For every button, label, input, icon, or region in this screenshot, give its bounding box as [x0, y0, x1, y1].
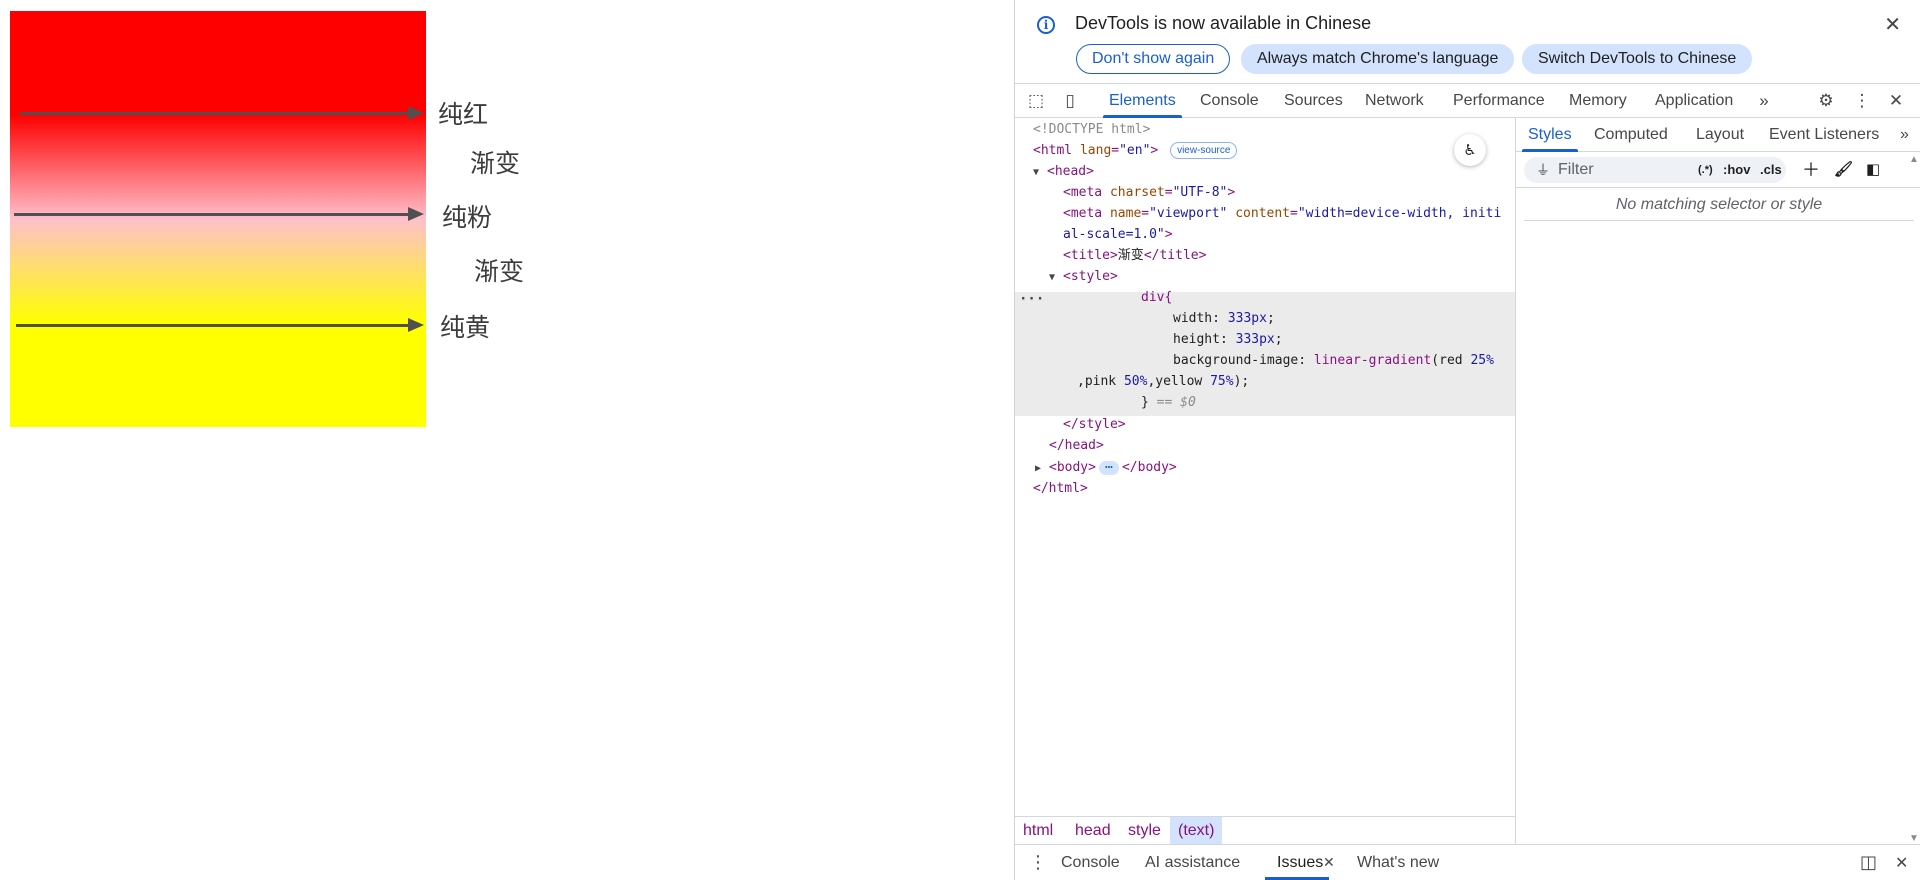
label-gradient-1: 渐变: [470, 149, 521, 178]
divider: [1524, 220, 1914, 221]
tab-event-listeners[interactable]: Event Listeners: [1769, 118, 1879, 152]
view-source-badge[interactable]: view-source: [1170, 142, 1238, 159]
main-tabbar: ⬚ ▯ Elements Console Sources Network Per…: [1015, 84, 1920, 118]
tab-memory[interactable]: Memory: [1569, 84, 1627, 118]
close-devtools-icon[interactable]: ✕: [1885, 90, 1907, 112]
node-actions-dots-icon[interactable]: ···: [1019, 291, 1044, 307]
collapsed-children-icon[interactable]: …: [1098, 458, 1119, 475]
dock-side-icon[interactable]: ◫: [1860, 852, 1877, 873]
label-gradient-2: 渐变: [474, 257, 525, 286]
tab-application[interactable]: Application: [1655, 84, 1733, 118]
dont-show-again-button[interactable]: Don't show again: [1076, 44, 1231, 74]
inspect-element-icon[interactable]: ⬚: [1025, 90, 1047, 112]
drawer-tab-whats-new[interactable]: What's new: [1357, 845, 1439, 880]
sidebar-tabbar: Styles Computed Layout Event Listeners »: [1516, 118, 1920, 152]
tab-layout[interactable]: Layout: [1696, 118, 1744, 152]
always-match-language-button[interactable]: Always match Chrome's language: [1241, 44, 1515, 74]
drawer-menu-icon[interactable]: ⋮: [1029, 852, 1047, 873]
no-matching-style-message: No matching selector or style: [1615, 196, 1823, 213]
new-style-rule-icon[interactable]: ＋: [1802, 159, 1820, 181]
info-icon: i: [1037, 16, 1055, 34]
crumb-style[interactable]: style: [1128, 817, 1161, 844]
devtools-panel: i DevTools is now available in Chinese ✕…: [1014, 0, 1920, 880]
dom-title[interactable]: <title>渐变</title>: [1063, 245, 1206, 266]
dom-html-open[interactable]: <html lang="en"> view-source: [1033, 140, 1238, 161]
close-issues-tab-icon[interactable]: ✕: [1323, 854, 1335, 871]
settings-gear-icon[interactable]: ⚙: [1815, 90, 1837, 112]
crumb-text[interactable]: (text): [1170, 817, 1223, 844]
dom-doctype[interactable]: <!DOCTYPE html>: [1033, 119, 1150, 140]
infobar-message: DevTools is now available in Chinese: [1075, 13, 1372, 33]
tab-computed[interactable]: Computed: [1594, 118, 1668, 152]
css-width-line[interactable]: width: 333px;: [1173, 308, 1275, 329]
page-viewport: 纯红 渐变 纯粉 渐变 纯黄: [0, 0, 1014, 880]
accessibility-tree-icon[interactable]: ♿: [1454, 134, 1486, 166]
rendering-emulation-icon[interactable]: 🖌: [1834, 159, 1853, 181]
close-icon[interactable]: ✕: [1884, 12, 1901, 37]
expand-triangle-icon[interactable]: ▶: [1035, 458, 1049, 479]
tab-styles[interactable]: Styles: [1522, 118, 1578, 152]
scroll-up-icon[interactable]: ▲: [1909, 154, 1919, 165]
tab-console[interactable]: Console: [1200, 84, 1259, 118]
drawer-tab-issues[interactable]: Issues: [1264, 845, 1330, 880]
dom-meta-charset[interactable]: <meta charset="UTF-8">: [1063, 182, 1235, 203]
styles-filter-toolbar: ⏚ (.*) :hov .cls ＋ 🖌 ◧: [1516, 152, 1920, 188]
dom-body[interactable]: ▶ <body>… </body>: [1035, 457, 1177, 478]
css-height-line[interactable]: height: 333px;: [1173, 329, 1283, 350]
crumb-head[interactable]: head: [1075, 817, 1111, 844]
label-pure-pink: 纯粉: [442, 203, 493, 232]
tab-network[interactable]: Network: [1365, 84, 1424, 118]
tab-sources[interactable]: Sources: [1284, 84, 1343, 118]
selected-node-marker: == $0: [1156, 395, 1196, 410]
toggle-computed-sidebar-icon[interactable]: ◧: [1866, 159, 1880, 181]
drawer-tab-ai-assistance[interactable]: AI assistance: [1145, 845, 1240, 880]
class-toggle[interactable]: .cls: [1760, 159, 1782, 181]
devtools-drawer: ⋮ Console AI assistance Issues ✕ What's …: [1015, 844, 1920, 880]
gradient-box: [10, 11, 426, 427]
hover-state-toggle[interactable]: :hov: [1723, 159, 1750, 181]
filter-funnel-icon: ⏚: [1536, 162, 1550, 178]
elements-tree: ··· <!DOCTYPE html> <html lang="en"> vie…: [1015, 118, 1515, 816]
breadcrumb: html head style (text): [1015, 816, 1515, 844]
more-sidebar-tabs-icon[interactable]: »: [1900, 118, 1909, 152]
crumb-html[interactable]: html: [1023, 817, 1053, 844]
label-pure-yellow: 纯黄: [440, 313, 491, 342]
close-drawer-icon[interactable]: ✕: [1895, 853, 1908, 873]
css-close-line[interactable]: } == $0: [1141, 392, 1196, 413]
css-background-line[interactable]: background-image: linear-gradient(red 25…: [1173, 350, 1494, 371]
drawer-tab-console[interactable]: Console: [1061, 845, 1120, 880]
tab-elements[interactable]: Elements: [1103, 84, 1182, 118]
kebab-menu-icon[interactable]: ⋮: [1851, 90, 1873, 112]
styles-scrollbar[interactable]: ▲ ▼: [1907, 154, 1920, 844]
styles-sidebar: Styles Computed Layout Event Listeners »…: [1515, 118, 1920, 844]
scroll-down-icon[interactable]: ▼: [1909, 833, 1919, 844]
dom-style-open[interactable]: ▼ <style>: [1049, 266, 1118, 287]
language-infobar: i DevTools is now available in Chinese ✕…: [1015, 0, 1920, 84]
arrow-pink: [14, 207, 424, 221]
dom-head-close[interactable]: </head>: [1049, 435, 1104, 456]
dom-head-open[interactable]: ▼ <head>: [1033, 161, 1094, 182]
arrow-red: [20, 106, 424, 120]
device-toolbar-icon[interactable]: ▯: [1059, 90, 1081, 112]
arrow-yellow: [16, 318, 424, 332]
dom-meta-viewport[interactable]: <meta name="viewport" content="width=dev…: [1063, 203, 1501, 224]
dom-html-close[interactable]: </html>: [1033, 478, 1088, 499]
regex-toggle[interactable]: (.*): [1698, 159, 1713, 181]
css-background-wrap: ,pink 50%,yellow 75%);: [1077, 374, 1250, 389]
dom-style-close[interactable]: </style>: [1063, 414, 1126, 435]
collapse-triangle-icon[interactable]: ▼: [1033, 162, 1047, 183]
collapse-triangle-icon[interactable]: ▼: [1049, 267, 1063, 288]
dom-meta-viewport-wrap: al-scale=1.0">: [1063, 227, 1173, 242]
label-pure-red: 纯红: [438, 100, 489, 129]
switch-to-chinese-button[interactable]: Switch DevTools to Chinese: [1522, 44, 1753, 74]
more-tabs-icon[interactable]: »: [1753, 90, 1775, 112]
css-selector-line[interactable]: div{: [1141, 287, 1172, 308]
tab-performance[interactable]: Performance: [1453, 84, 1545, 118]
